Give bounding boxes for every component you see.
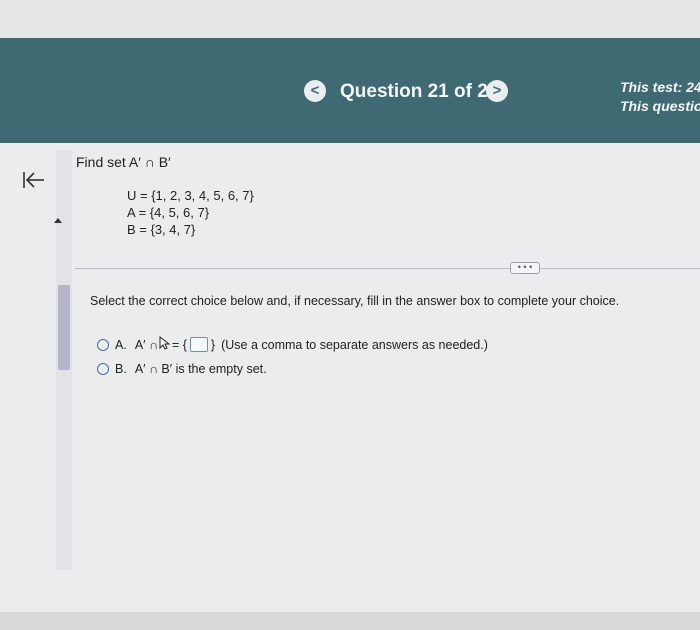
next-question-button[interactable]: > [486,80,508,102]
choice-a-equals: = { [171,337,187,352]
choice-a-letter: A. [115,337,127,352]
collapse-back-icon[interactable] [22,170,46,195]
set-b: B = {3, 4, 7} [127,222,196,237]
choice-b-text: A′ ∩ B′ is the empty set. [134,362,267,376]
choice-a-close-brace: } [210,337,216,352]
instructions-text: Select the correct choice below and, if … [90,294,620,308]
question-counter: Question 21 of 24 [340,81,499,102]
previous-question-button[interactable]: < [304,80,326,102]
question-prompt: Find set A′ ∩ B′ [76,154,171,170]
mouse-pointer-icon [159,335,171,353]
choice-b[interactable]: B. A′ ∩ B′ is the empty set. [97,362,267,376]
answer-input-box[interactable] [189,337,208,352]
choice-b-letter: B. [115,362,127,376]
choice-a-radio[interactable] [97,338,109,351]
browser-top-strip [0,0,700,38]
scroll-up-arrow-icon[interactable] [54,218,62,223]
choice-a-hint: (Use a comma to separate answers as need… [221,337,488,352]
question-content-area [0,143,700,630]
more-options-button[interactable]: • • • [510,262,540,274]
divider [75,268,700,269]
set-a: A = {4, 5, 6, 7} [127,205,210,220]
question-score-label: This questio [620,98,700,114]
choice-b-radio[interactable] [97,363,109,375]
scroll-thumb[interactable] [58,285,70,370]
choice-a-expression: A′ ∩ [134,337,158,352]
test-score-info: This test: 24 This questio [620,78,700,116]
test-score-label: This test: 24 [620,79,700,95]
choice-a[interactable]: A. A′ ∩ = { } (Use a comma to separate a… [97,335,488,353]
bottom-bar [0,612,700,630]
set-u: U = {1, 2, 3, 4, 5, 6, 7} [127,188,254,203]
